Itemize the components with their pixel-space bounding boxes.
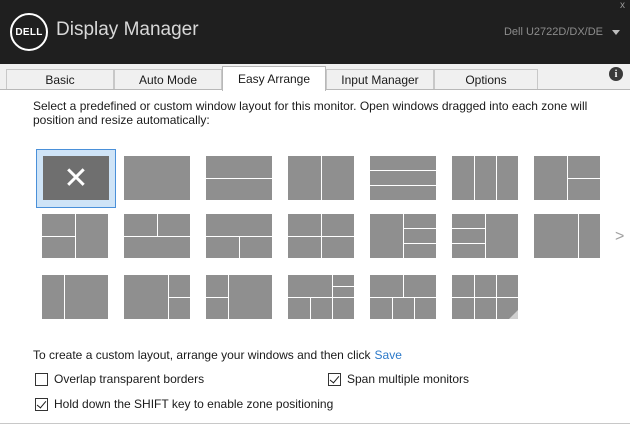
tab-options[interactable]: Options [434,69,538,90]
layout-tile-bottom-split[interactable] [206,214,272,258]
layout-tile-narrow-wide[interactable] [42,275,108,319]
layout-tile-top-split[interactable] [124,214,190,258]
tab-easy-arrange[interactable]: Easy Arrange [222,66,326,91]
layout-tile-2-horizontal[interactable] [206,156,272,200]
overlap-label: Overlap transparent borders [54,372,205,386]
shift-checkbox-box[interactable] [35,397,48,411]
tab-bar: Basic Auto Mode Easy Arrange Input Manag… [0,64,630,91]
custom-corner-icon [509,310,518,319]
span-checkbox-box[interactable] [328,372,341,386]
custom-layout-text: To create a custom layout, arrange your … [33,348,371,362]
layout-tile-left-right-3[interactable] [370,214,436,258]
layout-tile-left-right-split[interactable] [534,156,600,200]
layout-none-selected[interactable]: ✕ [36,149,116,208]
layout-tile-narrow-split-wide[interactable] [206,275,272,319]
layout-tile-wide-narrow[interactable] [534,214,600,258]
layout-tile-full[interactable] [124,156,190,200]
layout-tile-3-vertical[interactable] [452,156,518,200]
save-link[interactable]: Save [375,348,402,362]
dell-logo: DELL [10,13,48,51]
layout-tile-3x2-grid[interactable] [452,275,518,319]
span-monitors-checkbox[interactable]: Span multiple monitors [328,372,469,386]
logo-text: DELL [15,26,43,38]
shift-key-checkbox[interactable]: Hold down the SHIFT key to enable zone p… [35,397,333,411]
chevron-down-icon [612,29,620,35]
next-arrow-icon[interactable]: > [615,228,624,246]
layout-tile-quad[interactable] [288,214,354,258]
tab-auto-mode[interactable]: Auto Mode [114,69,222,90]
info-icon[interactable]: i [609,67,623,81]
overlap-borders-checkbox[interactable]: Overlap transparent borders [35,372,204,386]
span-label: Span multiple monitors [347,372,470,386]
intro-text: Select a predefined or custom window lay… [33,99,588,127]
tab-input-manager[interactable]: Input Manager [326,69,434,90]
layout-tile-3-horizontal[interactable] [370,156,436,200]
tab-basic[interactable]: Basic [6,69,114,90]
shift-label: Hold down the SHIFT key to enable zone p… [54,397,334,411]
layout-tile-2-vertical[interactable] [288,156,354,200]
layout-tile-mixed-grid[interactable] [288,275,354,319]
title-bar: DELL Display Manager x Dell U2722D/DX/DE [0,0,630,64]
monitor-dropdown[interactable]: Dell U2722D/DX/DE [504,26,620,38]
close-icon[interactable]: x [620,1,625,11]
layout-tile-left-split-right[interactable] [42,214,108,258]
layout-tile-wide-narrow-split[interactable] [124,275,190,319]
clear-layout-icon: ✕ [43,156,109,200]
layout-tile-left-3-right[interactable] [452,214,518,258]
bottom-divider [0,423,630,424]
layout-tile-top-2-bottom-3[interactable] [370,275,436,319]
monitor-name: Dell U2722D/DX/DE [503,26,603,38]
app-title: Display Manager [56,19,199,40]
overlap-checkbox-box[interactable] [35,372,48,386]
custom-layout-hint: To create a custom layout, arrange your … [33,348,402,362]
